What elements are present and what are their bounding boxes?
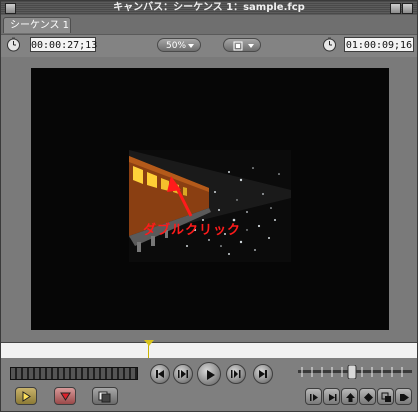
mark-out-icon (60, 392, 71, 401)
title-bar[interactable]: キャンバス：シーケンス 1：sample.fcp (1, 1, 417, 15)
go-to-next-edit-button[interactable] (253, 364, 273, 384)
play-around-icon (231, 370, 241, 378)
superimpose-button[interactable] (377, 388, 394, 405)
mark-in-button[interactable] (15, 387, 37, 405)
insert-button[interactable] (305, 388, 322, 405)
fit-to-fill-icon (364, 393, 373, 402)
annotation-label: ダブルクリック (143, 223, 242, 238)
overwrite-with-transition-button[interactable] (395, 388, 412, 405)
clock-icon (323, 37, 336, 52)
play-in-to-out-button[interactable] (173, 364, 193, 384)
jog-control[interactable] (298, 365, 412, 379)
playhead-marker-icon[interactable] (144, 340, 154, 346)
play-in-to-out-icon (178, 370, 188, 378)
go-to-next-edit-icon (259, 370, 267, 378)
chevron-down-icon (248, 44, 254, 48)
shuttle-control[interactable] (10, 367, 138, 380)
canvas-toolbar: 00:00:27;13 50% 01:00:09;16 (1, 35, 417, 57)
match-frame-icon (98, 391, 111, 403)
window-title: キャンバス：シーケンス 1：sample.fcp (113, 2, 305, 13)
zoom-menu[interactable]: 50% (157, 38, 201, 52)
fit-to-fill-button[interactable] (359, 388, 376, 405)
view-mode-icon (233, 41, 243, 51)
chevron-down-icon (188, 44, 194, 48)
mark-in-icon (22, 391, 31, 402)
zoom-box[interactable] (390, 3, 401, 14)
overwrite-icon (329, 394, 337, 401)
tab-strip: シーケンス 1 (1, 15, 417, 35)
superimpose-icon (381, 392, 391, 402)
current-timecode-field[interactable]: 00:00:27;13 (30, 37, 97, 52)
zoom-level: 50% (166, 41, 187, 51)
overwrite-button[interactable] (323, 388, 340, 405)
tab-sequence-1[interactable]: シーケンス 1 (3, 17, 71, 33)
go-to-previous-edit-button[interactable] (150, 364, 170, 384)
view-menu[interactable] (223, 38, 261, 52)
collapse-box[interactable] (402, 3, 413, 14)
duration-timecode-field[interactable]: 01:00:09;16 (344, 37, 414, 52)
canvas-window: キャンバス：シーケンス 1：sample.fcp シーケンス 1 00:00:2… (0, 0, 418, 412)
mark-out-button[interactable] (54, 387, 76, 405)
match-frame-button[interactable] (92, 387, 118, 405)
play-around-current-button[interactable] (226, 364, 246, 384)
replace-button[interactable] (341, 388, 358, 405)
play-button[interactable] (197, 362, 221, 386)
replace-icon (346, 393, 355, 402)
clock-icon (7, 37, 20, 52)
transition-icon (400, 394, 409, 401)
insert-icon (310, 394, 318, 401)
go-to-previous-edit-icon (156, 370, 164, 378)
play-icon (207, 370, 215, 380)
